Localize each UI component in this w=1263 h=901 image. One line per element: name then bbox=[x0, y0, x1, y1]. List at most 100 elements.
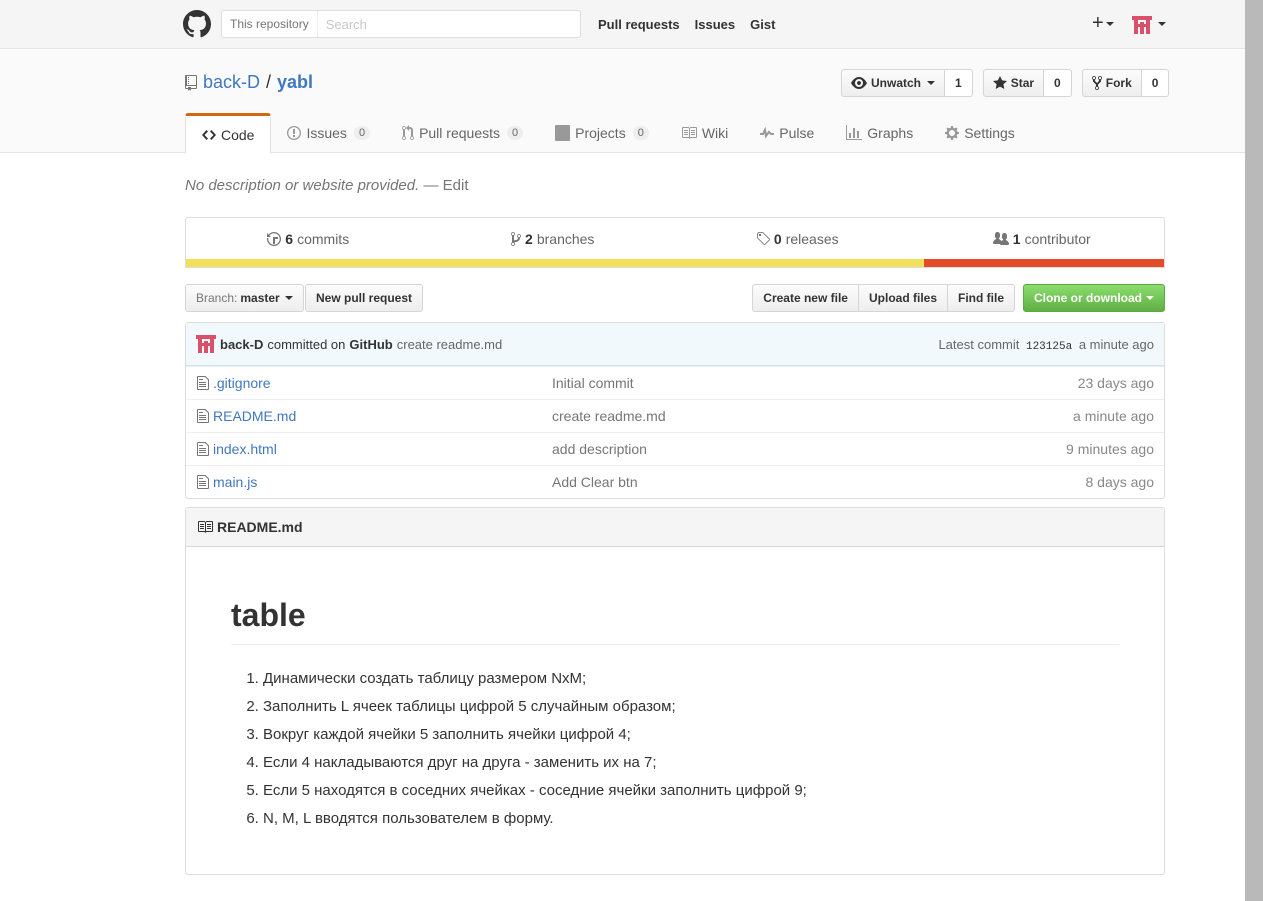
fork-count[interactable]: 0 bbox=[1141, 69, 1170, 97]
projects-count-badge: 0 bbox=[632, 126, 649, 140]
tab-label: Settings bbox=[964, 125, 1015, 141]
table-row: main.js Add Clear btn 8 days ago bbox=[186, 465, 1164, 498]
tab-label: Code bbox=[221, 127, 255, 143]
tab-pull-requests[interactable]: Pull requests 0 bbox=[386, 113, 539, 153]
file-name-link[interactable]: main.js bbox=[213, 474, 257, 490]
repo-name-link[interactable]: yabl bbox=[277, 72, 313, 93]
search-box[interactable]: This repository bbox=[221, 10, 581, 38]
file-age: 23 days ago bbox=[1077, 375, 1154, 391]
file-name-link[interactable]: .gitignore bbox=[213, 375, 271, 391]
tab-label: Issues bbox=[306, 125, 347, 141]
branches-label: branches bbox=[536, 231, 595, 247]
chevron-down-icon bbox=[284, 296, 293, 300]
language-bar-javascript bbox=[186, 259, 925, 267]
file-commit-message[interactable]: create readme.md bbox=[552, 408, 666, 424]
clone-or-download-button[interactable]: Clone or download bbox=[1023, 284, 1165, 312]
tab-graphs[interactable]: Graphs bbox=[830, 113, 929, 153]
nav-pull-requests[interactable]: Pull requests bbox=[598, 17, 680, 32]
chevron-down-icon bbox=[1105, 21, 1114, 26]
user-avatar[interactable] bbox=[1132, 15, 1152, 35]
tab-settings[interactable]: Settings bbox=[929, 113, 1031, 153]
star-button[interactable]: Star bbox=[982, 69, 1045, 97]
star-label: Star bbox=[1010, 76, 1035, 90]
repo-title: back-D / yabl bbox=[185, 72, 313, 93]
graph-icon bbox=[846, 125, 863, 140]
contributors-label: contributor bbox=[1024, 231, 1091, 247]
contributors-link[interactable]: 1 contributor bbox=[920, 218, 1165, 260]
repo-separator: / bbox=[266, 72, 272, 92]
create-new-menu[interactable]: + bbox=[1092, 12, 1114, 34]
pull-request-icon bbox=[402, 125, 415, 140]
tab-pulse[interactable]: Pulse bbox=[744, 113, 830, 153]
chevron-down-icon bbox=[1146, 296, 1154, 300]
language-bar[interactable] bbox=[186, 259, 1164, 267]
create-new-file-button[interactable]: Create new file bbox=[752, 284, 859, 312]
nav-gist[interactable]: Gist bbox=[750, 17, 775, 32]
tab-label: Graphs bbox=[867, 125, 914, 141]
file-commit-message[interactable]: Initial commit bbox=[552, 375, 634, 391]
search-scope-label: This repository bbox=[222, 11, 318, 37]
plus-icon: + bbox=[1092, 12, 1104, 34]
issues-count-badge: 0 bbox=[353, 126, 371, 140]
file-commit-message[interactable]: add description bbox=[552, 441, 647, 457]
commit-sha-link[interactable]: 123125a bbox=[1026, 341, 1072, 353]
pulse-icon bbox=[760, 126, 775, 139]
unwatch-button[interactable]: Unwatch bbox=[841, 69, 946, 97]
table-row: .gitignore Initial commit 23 days ago bbox=[186, 366, 1164, 399]
readme-header: README.md bbox=[186, 508, 1164, 547]
commits-label: commits bbox=[297, 231, 350, 247]
description-dash: — bbox=[423, 177, 439, 194]
releases-count: 0 bbox=[773, 231, 782, 247]
branches-link[interactable]: 2 branches bbox=[431, 218, 676, 260]
avatar-chevron-icon[interactable] bbox=[1158, 22, 1166, 26]
eye-icon bbox=[851, 77, 867, 89]
edit-description-link[interactable]: Edit bbox=[443, 177, 469, 194]
new-pull-request-button[interactable]: New pull request bbox=[305, 284, 424, 312]
releases-link[interactable]: 0 releases bbox=[675, 218, 920, 260]
fork-icon bbox=[1091, 75, 1102, 91]
top-nav: Pull requests Issues Gist bbox=[598, 17, 775, 32]
tab-projects[interactable]: Projects 0 bbox=[539, 113, 665, 153]
tab-label: Pull requests bbox=[419, 125, 500, 141]
releases-label: releases bbox=[785, 231, 839, 247]
file-icon bbox=[186, 441, 213, 457]
commit-author-link[interactable]: back-D bbox=[220, 337, 263, 352]
commits-link[interactable]: 6 commits bbox=[186, 218, 431, 260]
file-commit-message[interactable]: Add Clear btn bbox=[552, 474, 638, 490]
table-row: index.html add description 9 minutes ago bbox=[186, 432, 1164, 465]
file-icon bbox=[186, 375, 213, 391]
project-icon bbox=[555, 125, 571, 141]
file-navigation: Branch: master New pull request Create n… bbox=[185, 284, 1165, 312]
tab-code[interactable]: Code bbox=[185, 113, 272, 154]
upload-files-button[interactable]: Upload files bbox=[857, 284, 948, 312]
tab-issues[interactable]: Issues 0 bbox=[271, 113, 386, 153]
file-name-link[interactable]: README.md bbox=[213, 408, 296, 424]
readme-heading: table bbox=[231, 597, 1119, 645]
fork-button[interactable]: Fork bbox=[1081, 69, 1142, 97]
commit-message-link[interactable]: create readme.md bbox=[397, 337, 503, 352]
find-file-button[interactable]: Find file bbox=[947, 284, 1015, 312]
github-logo-icon[interactable] bbox=[183, 10, 211, 38]
list-item: Если 5 находятся в соседних ячейках - со… bbox=[263, 777, 1119, 805]
readme-box: README.md table Динамически создать табл… bbox=[185, 507, 1165, 875]
branch-select-button[interactable]: Branch: master bbox=[185, 284, 304, 312]
file-table: back-D committed on GitHub create readme… bbox=[185, 322, 1165, 499]
nav-issues[interactable]: Issues bbox=[695, 17, 735, 32]
history-icon bbox=[267, 232, 282, 246]
tab-wiki[interactable]: Wiki bbox=[665, 113, 744, 153]
commit-tease: back-D committed on GitHub create readme… bbox=[186, 323, 1164, 366]
file-name-link[interactable]: index.html bbox=[213, 441, 277, 457]
repo-actions: Unwatch 1 Star 0 Fork 0 bbox=[841, 69, 1170, 97]
clone-label: Clone or download bbox=[1034, 291, 1142, 305]
tab-label: Wiki bbox=[701, 125, 729, 141]
search-input[interactable] bbox=[317, 11, 580, 37]
readme-list: Динамически создать таблицу размером NxM… bbox=[231, 665, 1119, 833]
tab-label: Pulse bbox=[779, 125, 815, 141]
repo-owner-link[interactable]: back-D bbox=[203, 72, 260, 93]
watch-count[interactable]: 1 bbox=[945, 69, 973, 97]
star-count[interactable]: 0 bbox=[1044, 69, 1072, 97]
file-age: 9 minutes ago bbox=[1066, 441, 1154, 457]
commit-author-avatar[interactable] bbox=[196, 334, 216, 354]
page-scrollbar[interactable] bbox=[1245, 0, 1263, 901]
list-item: Если 4 накладываются друг на друга - зам… bbox=[263, 749, 1119, 777]
